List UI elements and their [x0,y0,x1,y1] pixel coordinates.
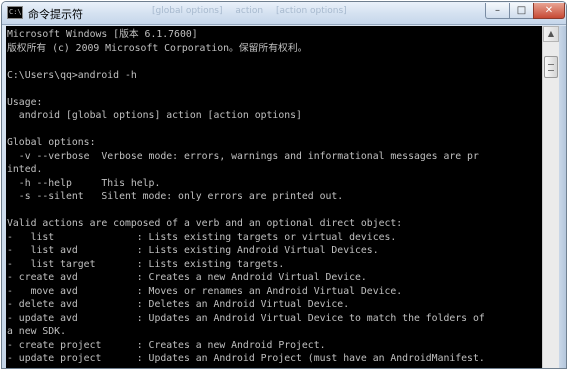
console-line: - create project : Creates a new Android… [7,339,326,351]
console-line: Valid actions are composed of a verb and… [7,218,403,229]
console-line: -s --silent Silent mode: only errors are… [7,191,344,202]
maximize-button[interactable]: □ [509,3,534,19]
console-line: - delete avd : Deletes an Android Virtua… [7,299,350,310]
console-line: Usage: [7,96,43,108]
console-line: -h --help This help. [7,177,161,189]
console-output[interactable]: Microsoft Windows [版本 6.1.7600] 版权所有 (c) … [6,26,542,368]
console-line: Microsoft Windows [版本 6.1.7600] [7,29,198,40]
console-line: -v --verbose Verbose mode: errors, warni… [7,150,479,162]
cmd-icon[interactable]: C:\ [7,6,23,19]
minimize-button[interactable]: – [485,3,510,19]
console-line: - create avd : Creates a new Android Vir… [7,272,367,283]
window-title: 命令提示符 [28,8,83,21]
console-line: android [global options] action [action … [7,110,302,121]
console-text: Microsoft Windows [版本 6.1.7600] 版权所有 (c) … [6,26,542,366]
close-button[interactable]: ✕ [533,3,565,19]
console-line: inted. [7,164,43,175]
console-line: 版权所有 (c) 2009 Microsoft Corporation。保留所有… [7,42,308,54]
console-line: Global options: [7,137,96,148]
ghost-text-1: [global options] [152,6,223,16]
ghost-text-2: action [235,6,264,16]
vertical-scrollbar[interactable]: ▲ [542,26,559,368]
console-line: - update project : Updates an Android Pr… [7,353,485,364]
console-line: - list target : Lists existing targets. [7,258,285,270]
console-line: - move avd : Moves or renames an Android… [7,285,403,297]
scrollbar-thumb[interactable] [544,56,558,78]
console-line: - update avd : Updates an Android Virtua… [7,312,485,324]
ghost-text-3: [action options] [275,6,347,16]
console-line: - list : Lists existing targets or virtu… [7,231,397,243]
console-line: a new SDK. [7,326,66,337]
console-line: C:\Users\qq>android -h [7,69,137,81]
console-line: - list avd : Lists existing Android Virt… [7,245,379,256]
window-frame-right [559,26,566,368]
scroll-up-button[interactable]: ▲ [543,26,559,42]
title-bar-ghost-text: [global options] action [action options] [152,6,442,20]
title-bar[interactable]: C:\ 命令提示符 [global options] action [actio… [2,2,566,25]
command-prompt-window: C:\ 命令提示符 [global options] action [actio… [1,1,567,369]
